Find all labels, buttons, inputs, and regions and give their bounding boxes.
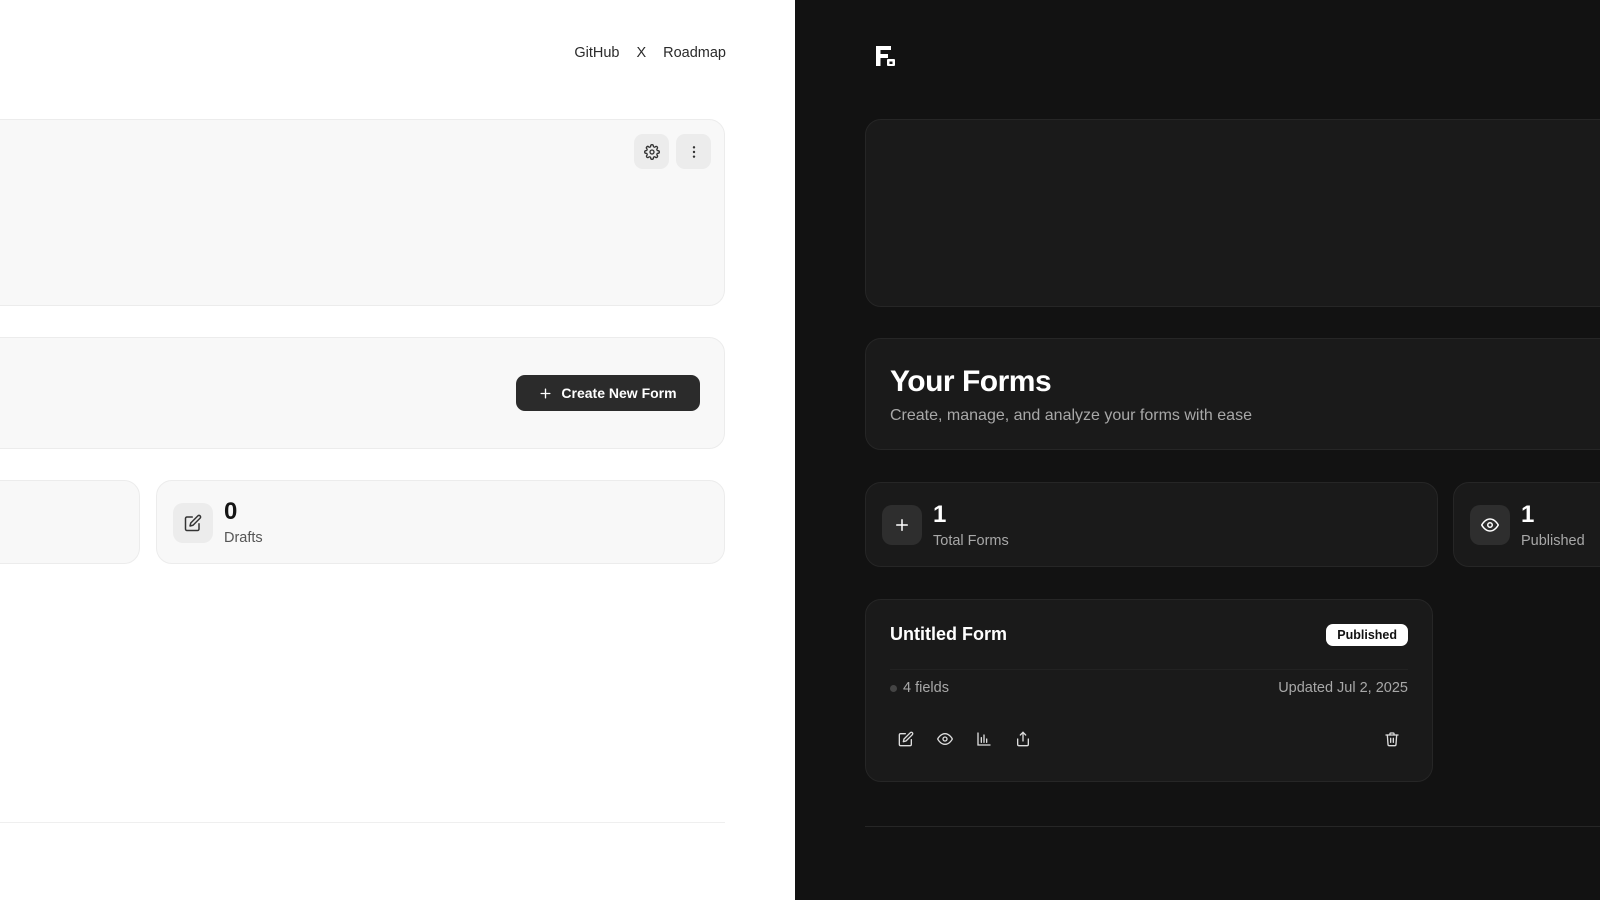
eye-icon bbox=[937, 733, 953, 745]
page-title: Your Forms bbox=[890, 365, 1052, 398]
top-nav: GitHub X Roadmap bbox=[574, 45, 726, 61]
updated-date: Updated Jul 2, 2025 bbox=[1278, 680, 1408, 696]
field-dot-icon bbox=[890, 684, 897, 692]
forms-header-card: Create New Form bbox=[0, 337, 725, 449]
bar-chart-icon bbox=[977, 732, 991, 746]
hero-card-dark bbox=[865, 119, 1600, 307]
edit-icon bbox=[898, 731, 914, 747]
logo-icon bbox=[876, 46, 895, 66]
stat-card-total-forms: 1 Total Forms bbox=[865, 482, 1438, 567]
drafts-label: Drafts bbox=[224, 530, 263, 546]
field-count-label: 4 fields bbox=[903, 680, 949, 696]
nav-x-link[interactable]: X bbox=[636, 45, 646, 61]
stat-card-drafts: 0 Drafts bbox=[156, 480, 725, 564]
create-new-form-button[interactable]: Create New Form bbox=[516, 375, 700, 411]
share-icon bbox=[1017, 731, 1029, 747]
hero-card bbox=[0, 119, 725, 306]
published-icon-box bbox=[1470, 505, 1510, 545]
plus-icon bbox=[896, 519, 908, 531]
plus-icon bbox=[540, 387, 551, 399]
nav-github-link[interactable]: GitHub bbox=[574, 45, 619, 61]
footer-divider-dark bbox=[865, 826, 1600, 827]
more-options-button[interactable] bbox=[676, 134, 711, 169]
edit-form-button[interactable] bbox=[894, 727, 918, 751]
dark-theme-pane: Your Forms Create, manage, and analyze y… bbox=[795, 0, 1600, 900]
form-card-divider bbox=[890, 669, 1408, 670]
create-button-label: Create New Form bbox=[561, 385, 677, 401]
total-forms-count: 1 bbox=[933, 501, 947, 528]
footer-divider bbox=[0, 822, 725, 823]
more-vertical-icon bbox=[692, 145, 695, 158]
analytics-button[interactable] bbox=[972, 727, 996, 751]
form-actions bbox=[894, 727, 1035, 751]
preview-form-button[interactable] bbox=[933, 727, 957, 751]
published-count: 1 bbox=[1521, 501, 1535, 528]
trash-icon bbox=[1385, 732, 1399, 747]
status-badge: Published bbox=[1326, 624, 1408, 646]
share-form-button[interactable] bbox=[1011, 727, 1035, 751]
nav-roadmap-link[interactable]: Roadmap bbox=[663, 45, 726, 61]
light-theme-pane: GitHub X Roadmap Create New Form 0 Draft… bbox=[0, 0, 795, 900]
stat-card-partial bbox=[0, 480, 140, 564]
form-title: Untitled Form bbox=[890, 624, 1007, 644]
stat-card-published: 1 Published bbox=[1453, 482, 1600, 567]
drafts-icon-box bbox=[173, 503, 213, 543]
eye-icon bbox=[1481, 518, 1499, 532]
forms-header-card-dark: Your Forms Create, manage, and analyze y… bbox=[865, 338, 1600, 450]
drafts-count: 0 bbox=[224, 498, 238, 525]
page-subtitle: Create, manage, and analyze your forms w… bbox=[890, 407, 1252, 424]
delete-form-button[interactable] bbox=[1380, 727, 1404, 751]
settings-icon bbox=[643, 143, 660, 160]
total-forms-icon-box bbox=[882, 505, 922, 545]
form-card[interactable]: Untitled Form Published 4 fields Updated… bbox=[865, 599, 1433, 782]
field-count: 4 fields bbox=[890, 680, 949, 696]
edit-icon bbox=[184, 514, 202, 532]
total-forms-label: Total Forms bbox=[933, 533, 1009, 549]
settings-button[interactable] bbox=[634, 134, 669, 169]
published-label: Published bbox=[1521, 533, 1585, 549]
